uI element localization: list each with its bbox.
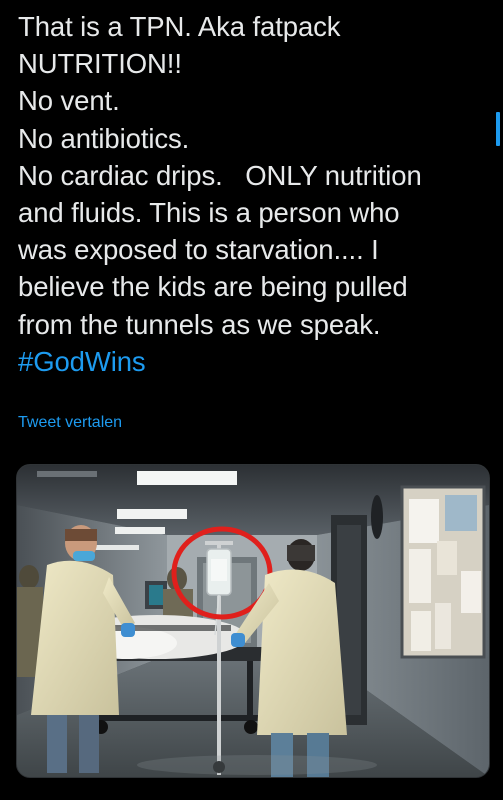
translate-tweet-link[interactable]: Tweet vertalen [18,414,122,432]
tweet-line: believe the kids are being pulled [18,271,408,303]
tweet-photo[interactable] [16,464,490,778]
tweet-line: from the tunnels as we speak. [18,308,381,340]
tweet-line: NUTRITION!! [18,48,182,80]
tweet-text: That is a TPN. Aka fatpack NUTRITION!! N… [18,8,488,380]
tweet-line: No antibiotics. [18,122,190,154]
tweet-line: That is a TPN. Aka fatpack [18,11,341,42]
tweet-line: was exposed to starvation.... I [18,234,379,266]
hospital-corridor-photo [17,465,489,777]
tweet-line: No vent. [18,85,120,117]
tweet-line: and fluids. This is a person who [18,197,400,229]
scrollbar-thumb[interactable] [496,112,500,146]
hashtag-link[interactable]: #GodWins [18,343,488,380]
tweet-line: No cardiac drips. ONLY nutrition [18,159,422,191]
